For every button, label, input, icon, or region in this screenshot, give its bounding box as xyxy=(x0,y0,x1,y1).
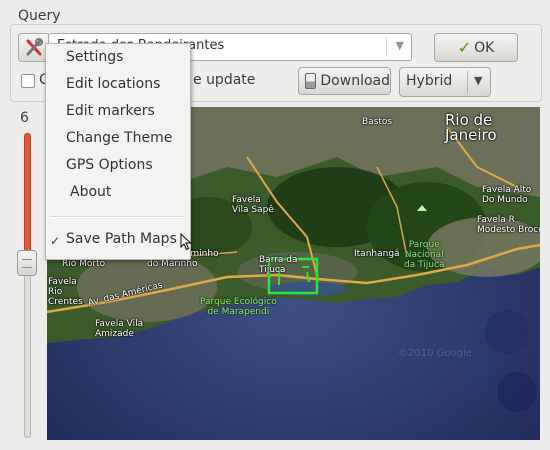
map-label: Parque Nacional da Tijuca xyxy=(404,240,445,270)
download-button[interactable]: Download xyxy=(298,67,391,95)
combo-dropdown-icon[interactable]: ▼ xyxy=(396,39,404,52)
chevron-down-icon: ▼ xyxy=(474,74,483,87)
menu-separator xyxy=(50,216,185,218)
map-label: Favela Rio Crentes xyxy=(48,277,83,307)
zoom-slider-handle[interactable] xyxy=(17,250,37,276)
zoom-slider-track[interactable] xyxy=(24,258,31,438)
auto-update-label-rest: e update xyxy=(193,72,256,88)
ok-button-label: OK xyxy=(474,39,495,56)
map-label: Favela R Modesto Brocos xyxy=(477,215,540,235)
map-type-select[interactable]: Hybrid ▼ xyxy=(399,67,491,97)
combo-separator xyxy=(386,37,387,57)
tools-popup-menu: Settings Edit locations Edit markers Cha… xyxy=(45,43,191,260)
menu-item-save-path-maps[interactable]: Save Path Maps xyxy=(66,231,177,247)
map-label: Favela Vila Sapê xyxy=(232,195,274,215)
map-label: Favela Alto Do Mundo xyxy=(482,185,532,205)
map-label: Barra da Tijuca xyxy=(259,255,298,275)
map-label: Favela Vila Amizade xyxy=(95,319,144,339)
ok-button[interactable]: ✓ OK xyxy=(434,33,518,62)
menu-item-change-theme[interactable]: Change Theme xyxy=(66,130,172,146)
map-label: Parque Ecológico de Marapendi xyxy=(200,297,277,317)
zoom-slider-filled[interactable] xyxy=(24,133,31,257)
map-label: Bastos xyxy=(362,117,393,127)
map-copyright: ©2010 Google xyxy=(398,348,472,359)
query-frame-title: Query xyxy=(18,8,61,24)
auto-update-checkbox[interactable] xyxy=(21,74,35,88)
disk-icon xyxy=(305,73,317,89)
map-type-value: Hybrid xyxy=(406,73,453,89)
map-label: Itanhangá xyxy=(354,249,400,259)
menu-item-edit-markers[interactable]: Edit markers xyxy=(66,103,155,119)
check-icon: ✓ xyxy=(50,234,61,248)
menu-item-edit-locations[interactable]: Edit locations xyxy=(66,76,160,92)
mouse-cursor-icon xyxy=(180,233,192,251)
download-button-label: Download xyxy=(320,73,390,89)
select-separator xyxy=(467,71,468,93)
zoom-level-label: 6 xyxy=(20,110,29,126)
menu-item-settings[interactable]: Settings xyxy=(66,49,123,65)
checkmark-icon: ✓ xyxy=(457,38,472,57)
menu-item-about[interactable]: About xyxy=(70,184,111,200)
menu-item-gps-options[interactable]: GPS Options xyxy=(66,157,153,173)
map-label: Rio de Janeiro xyxy=(445,111,497,144)
